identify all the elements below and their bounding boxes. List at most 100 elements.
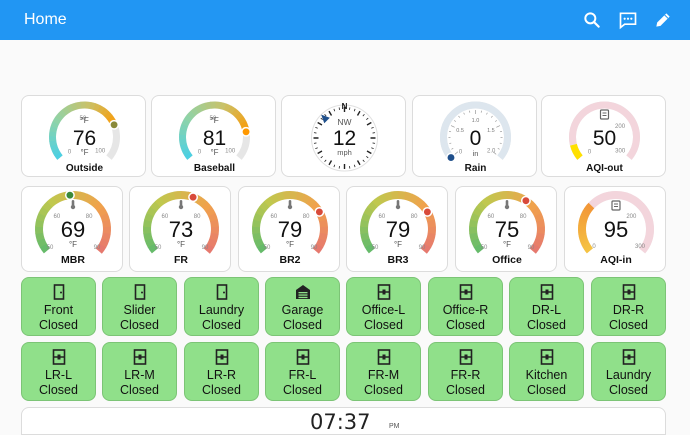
temperature-marker bbox=[241, 126, 252, 137]
gauge-card-aqi-in-gauge: 200300095AQI-in bbox=[578, 191, 654, 266]
gauge-min-label: 50 bbox=[47, 245, 54, 251]
sensor-state: Closed bbox=[283, 383, 322, 397]
sensor-button-devices_row2-7[interactable]: Laundry Closed bbox=[591, 342, 666, 401]
gauge-card-aqi-in[interactable]: 200 300 0 95 AQI-in bbox=[564, 186, 666, 272]
sensor-button-devices_row1-4[interactable]: Office-L Closed bbox=[346, 277, 421, 336]
window-closed-icon bbox=[622, 284, 635, 300]
gauge-card-rain[interactable]: 0.5 1.0 1.5 0 2.0 0 in Rain bbox=[412, 95, 537, 177]
sensor-name: LR-R bbox=[206, 368, 237, 382]
door-closed-icon bbox=[134, 284, 145, 300]
gauge-tick-label: 80 bbox=[194, 214, 201, 220]
sensor-button-devices_row2-2[interactable]: LR-R Closed bbox=[184, 342, 259, 401]
gauge-max-label: 90 bbox=[94, 245, 101, 251]
gauge-card-fr-gauge: 60 8050 90°F73FR bbox=[143, 190, 219, 266]
sensor-name: Office-L bbox=[361, 303, 406, 317]
sensor-button-devices_row1-6[interactable]: DR-L Closed bbox=[509, 277, 584, 336]
gauge-tick-label: 60 bbox=[488, 214, 495, 220]
gauge-card-br3[interactable]: 60 80 50 90 °F 79 BR3 bbox=[346, 186, 448, 272]
gauge-mid-label: 200 bbox=[615, 124, 626, 130]
search-icon[interactable] bbox=[582, 10, 602, 30]
sensor-name: Garage bbox=[281, 303, 324, 317]
sensor-name: FR-R bbox=[450, 368, 481, 382]
sensor-state: Closed bbox=[527, 383, 566, 397]
sensor-state: Closed bbox=[446, 383, 485, 397]
sensor-button-devices_row2-4[interactable]: FR-M Closed bbox=[346, 342, 421, 401]
sensor-name: Laundry bbox=[605, 368, 652, 382]
sensor-button-devices_row1-7[interactable]: DR-R Closed bbox=[591, 277, 666, 336]
window-closed-icon bbox=[377, 284, 390, 300]
sensor-button-devices_row2-5[interactable]: FR-R Closed bbox=[428, 342, 503, 401]
gauge-name: FR bbox=[174, 254, 188, 266]
sensor-button-devices_row2-0[interactable]: LR-L Closed bbox=[21, 342, 96, 401]
gauge-tick-label: 80 bbox=[520, 214, 527, 220]
gauge-max-label: 90 bbox=[528, 245, 535, 251]
sensor-state: Closed bbox=[609, 318, 648, 332]
sensor-state: Closed bbox=[120, 383, 159, 397]
window-closed-icon bbox=[215, 349, 228, 365]
wind-direction-label: NW bbox=[337, 117, 351, 127]
sensor-name: Slider bbox=[123, 303, 156, 317]
sensor-button-devices_row1-2[interactable]: Laundry Closed bbox=[184, 277, 259, 336]
temperature-marker bbox=[314, 206, 325, 217]
gauge-card-office[interactable]: 60 80 50 90 °F 75 Office bbox=[455, 186, 557, 272]
door-closed-icon bbox=[53, 284, 64, 300]
sensor-button-devices_row1-5[interactable]: Office-R Closed bbox=[428, 277, 503, 336]
sensor-state: Closed bbox=[202, 383, 241, 397]
gauge-value: 73 bbox=[169, 217, 193, 242]
gauge-card-baseball-gauge: 500 100°F81°FBaseball bbox=[179, 101, 252, 174]
gauge-min-label: 50 bbox=[264, 245, 271, 251]
gauge-max-label: 90 bbox=[311, 245, 318, 251]
gauge-name: MBR bbox=[61, 254, 85, 266]
sensor-button-devices_row2-6[interactable]: Kitchen Closed bbox=[509, 342, 584, 401]
window-closed-icon bbox=[459, 349, 472, 365]
assist-icon[interactable] bbox=[618, 10, 638, 30]
window-closed-icon bbox=[540, 284, 553, 300]
clock-ampm: PM bbox=[389, 423, 400, 430]
sensor-button-devices_row1-1[interactable]: Slider Closed bbox=[102, 277, 177, 336]
gauge-tick-label: 80 bbox=[86, 214, 93, 220]
gauge-value: 50 bbox=[593, 127, 616, 150]
door-closed-icon bbox=[216, 284, 227, 300]
gauge-value: 69 bbox=[61, 217, 85, 242]
sensor-state: Closed bbox=[39, 383, 78, 397]
window-closed-icon bbox=[459, 284, 472, 300]
gauge-card-baseball[interactable]: 50 0 100 °F 81 °F Baseball bbox=[151, 95, 276, 177]
pencil-icon[interactable] bbox=[653, 10, 673, 30]
rain-tick-label: 1.0 bbox=[472, 118, 480, 124]
sensor-button-devices_row1-3[interactable]: Garage Closed bbox=[265, 277, 340, 336]
gauge-unit-bottom: °F bbox=[210, 148, 218, 157]
sensor-state: Closed bbox=[39, 318, 78, 332]
gauge-min-label: 0 bbox=[68, 150, 72, 156]
gauge-name: Office bbox=[492, 254, 522, 266]
sensor-button-devices_row1-0[interactable]: Front Closed bbox=[21, 277, 96, 336]
sensor-name: Office-R bbox=[442, 303, 489, 317]
gauge-name: AQI-in bbox=[600, 254, 632, 266]
gauge-unit-top: °F bbox=[210, 115, 219, 125]
window-closed-icon bbox=[377, 349, 390, 365]
gauge-card-mbr[interactable]: 60 80 50 90 °F 69 MBR bbox=[21, 186, 123, 272]
gauge-name: Rain bbox=[465, 163, 487, 174]
gauge-min-label: 0 bbox=[459, 150, 463, 156]
rain-marker bbox=[446, 152, 456, 163]
sensor-state: Closed bbox=[364, 383, 403, 397]
sensor-button-devices_row2-3[interactable]: FR-L Closed bbox=[265, 342, 340, 401]
gauge-card-outside[interactable]: 50 0 100 °F 76 °F Outside bbox=[21, 95, 146, 177]
gauge-value: 75 bbox=[495, 217, 519, 242]
sensor-state: Closed bbox=[446, 318, 485, 332]
gauge-card-br3-gauge: 60 8050 90°F79BR3 bbox=[360, 190, 436, 266]
window-closed-icon bbox=[52, 349, 65, 365]
gauge-tick-label: 80 bbox=[303, 214, 310, 220]
sensor-state: Closed bbox=[120, 318, 159, 332]
gauge-tick-label: 60 bbox=[162, 214, 169, 220]
gauge-card-fr[interactable]: 60 80 50 90 °F 73 FR bbox=[129, 186, 231, 272]
gauge-card-aqi-out-gauge: 200 0 30050 AQI-out bbox=[569, 101, 640, 174]
gauge-card-aqi-out[interactable]: 200 0 300 50 AQI-out bbox=[541, 95, 666, 177]
clock-time: 07:37 bbox=[310, 410, 371, 434]
gauge-card-br2[interactable]: 60 80 50 90 °F 79 BR2 bbox=[238, 186, 340, 272]
sensor-button-devices_row2-1[interactable]: LR-M Closed bbox=[102, 342, 177, 401]
gauge-card-rain-gauge: 0.51.01.50 2.00inRain bbox=[440, 101, 511, 174]
gauge-card-wind[interactable]: N NW 12 mph bbox=[281, 95, 406, 177]
rain-unit: in bbox=[473, 149, 479, 158]
sensor-state: Closed bbox=[283, 318, 322, 332]
sensor-state: Closed bbox=[527, 318, 566, 332]
